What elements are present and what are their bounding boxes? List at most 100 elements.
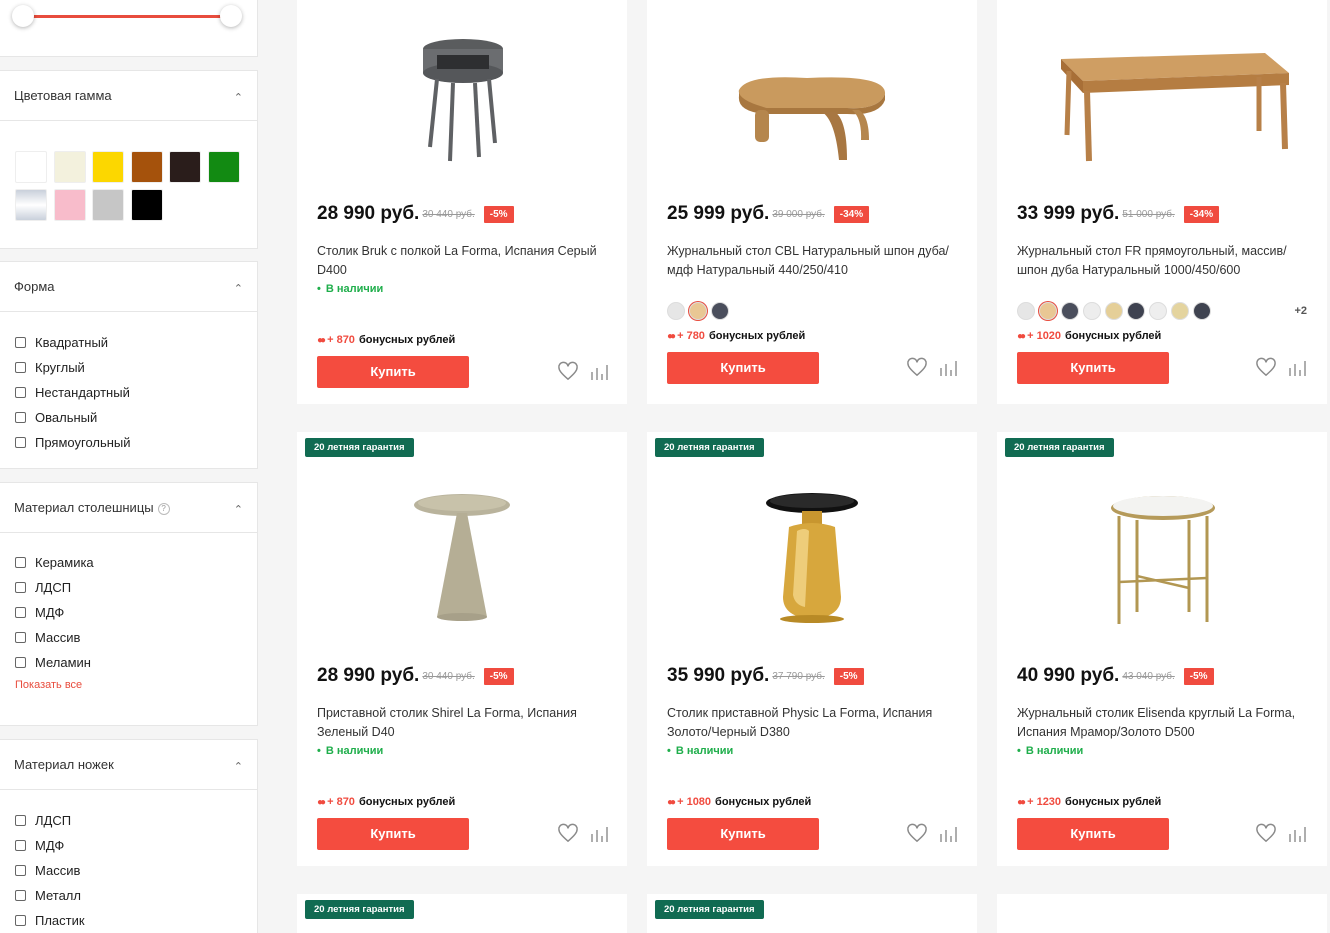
checkbox[interactable] [15,582,26,593]
checkbox[interactable] [15,607,26,618]
heart-icon[interactable] [906,823,928,843]
compare-icon[interactable] [938,824,960,844]
legs-option[interactable]: Металл [15,883,242,908]
buy-button[interactable]: Купить [317,356,469,388]
legs-material-filter-header[interactable]: Материал ножек ⌃ [0,740,257,790]
checkbox[interactable] [15,865,26,876]
shape-option[interactable]: Нестандартный [15,380,242,405]
heart-icon[interactable] [1255,823,1277,843]
color-variant-selected[interactable] [1039,302,1057,320]
color-swatch-dark-brown[interactable] [169,151,201,183]
buy-button[interactable]: Купить [317,818,469,850]
shape-option[interactable]: Прямоугольный [15,430,242,455]
product-title[interactable]: Журнальный столик Elisenda круглый La Fo… [1017,704,1317,742]
color-swatch-black[interactable] [131,189,163,221]
product-image[interactable] [647,487,977,627]
checkbox[interactable] [15,437,26,448]
color-variant-selected[interactable] [689,302,707,320]
checkbox[interactable] [15,840,26,851]
shape-option[interactable]: Овальный [15,405,242,430]
compare-icon[interactable] [589,824,611,844]
product-image[interactable] [647,60,977,170]
product-image[interactable] [997,492,1327,632]
material-option[interactable]: МДФ [15,600,242,625]
legs-option[interactable]: Массив [15,858,242,883]
product-title[interactable]: Журнальный стол CBL Натуральный шпон дуб… [667,242,967,280]
chevron-up-icon[interactable]: ⌃ [234,760,243,773]
legs-option[interactable]: ЛДСП [15,808,242,833]
shape-filter-header[interactable]: Форма ⌃ [0,262,257,312]
top-material-filter-header[interactable]: Материал столешницы? ⌃ [0,483,257,533]
color-variant[interactable] [711,302,729,320]
price-slider-max-handle[interactable] [220,5,242,27]
color-filter-header[interactable]: Цветовая гамма ⌃ [0,71,257,121]
checkbox[interactable] [15,557,26,568]
color-variant[interactable] [1193,302,1211,320]
checkbox[interactable] [15,387,26,398]
buy-button[interactable]: Купить [1017,818,1169,850]
heart-icon[interactable] [1255,357,1277,377]
product-title[interactable]: Журнальный стол FR прямоугольный, массив… [1017,242,1317,280]
more-colors-count[interactable]: +2 [1294,305,1307,317]
color-variant[interactable] [1017,302,1035,320]
compare-icon[interactable] [1287,358,1309,378]
chevron-up-icon[interactable]: ⌃ [234,503,243,516]
color-swatch-gray[interactable] [92,189,124,221]
color-variant[interactable] [1105,302,1123,320]
material-option[interactable]: ЛДСП [15,575,242,600]
heart-icon[interactable] [557,361,579,381]
product-image[interactable] [997,45,1327,165]
buy-button[interactable]: Купить [667,818,819,850]
color-swatch-ivory[interactable] [54,151,86,183]
color-swatch-white[interactable] [15,151,47,183]
product-card[interactable] [997,894,1327,933]
buy-button[interactable]: Купить [667,352,819,384]
show-all-link[interactable]: Показать все [15,679,242,691]
color-variant[interactable] [1171,302,1189,320]
heart-icon[interactable] [906,357,928,377]
product-card[interactable]: 33 999 руб. 51 000 руб. -34% Журнальный … [997,0,1327,404]
product-card[interactable]: 20 летняя гарантия 35 990 руб. 37 790 ру… [647,432,977,866]
product-card[interactable]: 25 999 руб. 39 000 руб. -34% Журнальный … [647,0,977,404]
color-variant[interactable] [1149,302,1167,320]
checkbox[interactable] [15,657,26,668]
product-card[interactable]: 20 летняя гарантия [647,894,977,933]
checkbox[interactable] [15,362,26,373]
chevron-up-icon[interactable]: ⌃ [234,91,243,104]
color-swatch-silver[interactable] [15,189,47,221]
product-card[interactable]: 28 990 руб. 30 440 руб. -5% Столик Bruk … [297,0,627,404]
help-icon[interactable]: ? [157,503,170,515]
color-variant[interactable] [667,302,685,320]
color-swatch-pink[interactable] [54,189,86,221]
product-title[interactable]: Столик Bruk с полкой La Forma, Испания С… [317,242,617,280]
checkbox[interactable] [15,412,26,423]
product-title[interactable]: Приставной столик Shirel La Forma, Испан… [317,704,617,742]
legs-option[interactable]: МДФ [15,833,242,858]
price-slider-min-handle[interactable] [12,5,34,27]
checkbox[interactable] [15,890,26,901]
heart-icon[interactable] [557,823,579,843]
checkbox[interactable] [15,915,26,926]
color-swatch-brown[interactable] [131,151,163,183]
checkbox[interactable] [15,337,26,348]
checkbox[interactable] [15,815,26,826]
material-option[interactable]: Меламин [15,650,242,675]
compare-icon[interactable] [589,362,611,382]
color-variant[interactable] [1061,302,1079,320]
product-card[interactable]: 20 летняя гарантия 40 990 руб. 43 040 ру… [997,432,1327,866]
product-title[interactable]: Столик приставной Physic La Forma, Испан… [667,704,967,742]
color-variant[interactable] [1127,302,1145,320]
product-image[interactable] [297,25,627,165]
material-option[interactable]: Керамика [15,550,242,575]
shape-option[interactable]: Квадратный [15,330,242,355]
chevron-up-icon[interactable]: ⌃ [234,282,243,295]
compare-icon[interactable] [938,358,960,378]
material-option[interactable]: Массив [15,625,242,650]
product-card[interactable]: 20 летняя гарантия [297,894,627,933]
checkbox[interactable] [15,632,26,643]
color-swatch-green[interactable] [208,151,240,183]
compare-icon[interactable] [1287,824,1309,844]
product-image[interactable] [297,487,627,627]
product-card[interactable]: 20 летняя гарантия 28 990 руб. 30 440 ру… [297,432,627,866]
price-slider-track[interactable] [22,15,232,18]
